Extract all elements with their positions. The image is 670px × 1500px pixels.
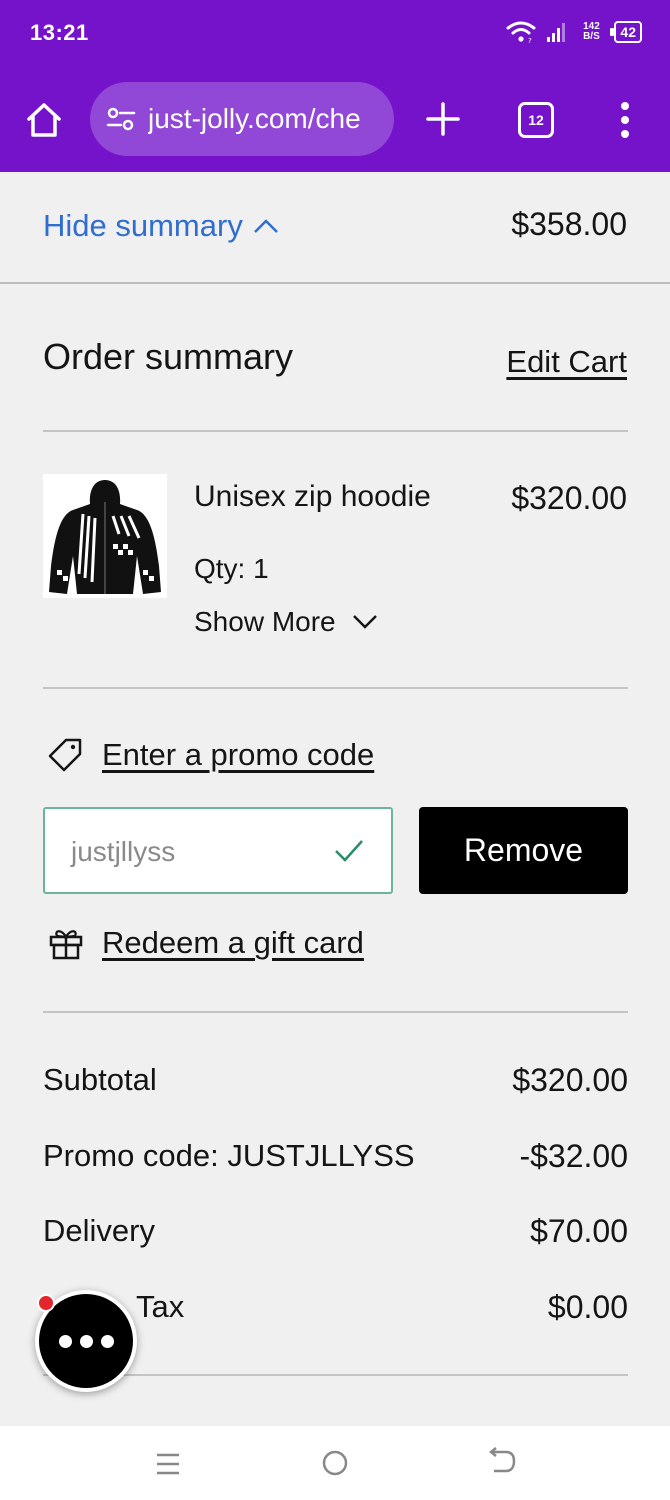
hide-summary-button[interactable]: Hide summary: [43, 208, 279, 244]
delivery-value: $70.00: [530, 1213, 628, 1249]
subtotal-row: Subtotal $320.00: [43, 1062, 628, 1099]
gift-icon: [49, 930, 83, 960]
new-tab-icon[interactable]: [424, 100, 462, 138]
site-settings-icon[interactable]: [106, 106, 136, 132]
divider: [43, 687, 628, 689]
promo-discount-value: -$32.00: [519, 1138, 628, 1174]
remove-promo-button[interactable]: Remove: [419, 807, 628, 894]
network-speed: 142 B/S: [578, 22, 604, 42]
more-options-icon[interactable]: [612, 100, 638, 140]
chevron-up-icon: [253, 219, 278, 233]
product-price: $320.00: [511, 480, 627, 516]
signal-icon: [547, 23, 566, 42]
tab-switcher-button[interactable]: 12: [518, 102, 554, 138]
url-text: just-jolly.com/che: [148, 103, 361, 134]
address-bar[interactable]: just-jolly.com/che: [90, 82, 394, 156]
status-bar: 13:21 ? 142 B/S 42: [0, 0, 670, 72]
chat-dot: [58, 1334, 72, 1348]
chat-dot: [79, 1334, 93, 1348]
system-nav-bar: [0, 1426, 670, 1500]
product-image: [43, 474, 167, 598]
battery-icon: 42: [610, 21, 642, 43]
gift-card-link: Redeem a gift card: [102, 925, 364, 960]
status-icons: ? 142 B/S 42: [506, 20, 642, 44]
tab-count: 12: [528, 112, 544, 128]
divider: [43, 430, 628, 432]
hide-summary-label: Hide summary: [43, 208, 243, 243]
promo-code-toggle[interactable]: Enter a promo code: [46, 736, 374, 774]
product-qty: Qty: 1: [194, 553, 269, 584]
tax-label: Tax: [136, 1289, 185, 1324]
battery-level: 42: [620, 24, 636, 40]
svg-text:?: ?: [528, 37, 532, 44]
divider: [43, 1374, 628, 1376]
show-more-label: Show More: [194, 606, 336, 637]
promo-discount-label: Promo code: JUSTJLLYSS: [43, 1138, 415, 1173]
home-circle-icon[interactable]: [320, 1448, 350, 1478]
gift-card-toggle[interactable]: Redeem a gift card: [48, 925, 364, 961]
chevron-down-icon: [352, 615, 377, 629]
back-icon[interactable]: [486, 1446, 518, 1476]
recents-icon[interactable]: [154, 1450, 182, 1478]
status-time: 13:21: [30, 20, 89, 45]
promo-code-input[interactable]: justjllyss: [43, 807, 393, 894]
chat-dot: [100, 1334, 114, 1348]
promo-code-link: Enter a promo code: [102, 737, 375, 772]
promo-code-value: justjllyss: [71, 836, 176, 867]
summary-toggle-row: Hide summary $358.00: [0, 172, 670, 284]
edit-cart-link[interactable]: Edit Cart: [506, 344, 627, 380]
divider: [43, 1011, 628, 1013]
show-more-button[interactable]: Show More: [194, 606, 378, 638]
check-icon: [335, 840, 363, 862]
product-name: Unisex zip hoodie: [194, 480, 431, 513]
order-summary-title: Order summary: [43, 336, 294, 377]
home-icon[interactable]: [24, 100, 64, 140]
promo-discount-row: Promo code: JUSTJLLYSS -$32.00: [43, 1138, 628, 1175]
summary-total: $358.00: [511, 206, 627, 242]
network-speed-unit: B/S: [583, 31, 600, 42]
delivery-label: Delivery: [43, 1213, 155, 1248]
delivery-row: Delivery $70.00: [43, 1213, 628, 1250]
browser-toolbar: just-jolly.com/che 12: [0, 72, 670, 172]
wifi-icon: ?: [506, 21, 536, 44]
tag-icon: [48, 738, 82, 772]
subtotal-value: $320.00: [512, 1062, 628, 1098]
tax-value: $0.00: [547, 1289, 628, 1325]
subtotal-label: Subtotal: [43, 1062, 157, 1097]
notification-dot: [37, 1294, 55, 1312]
